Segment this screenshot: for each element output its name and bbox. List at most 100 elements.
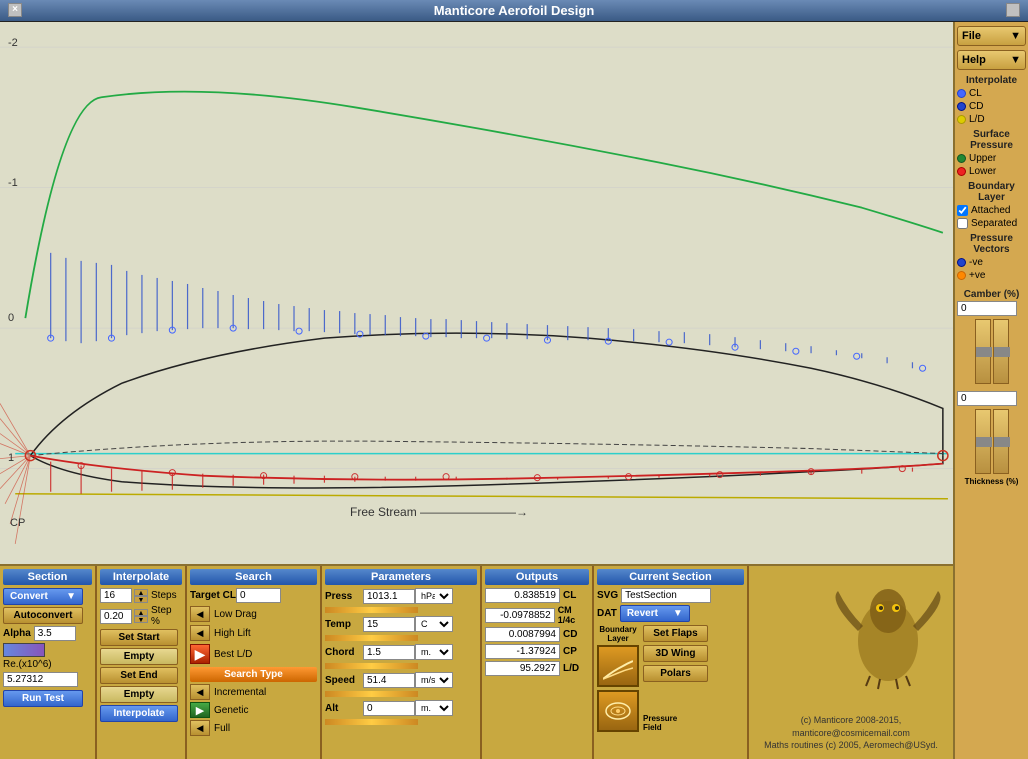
positive-legend-label: +ve [969,270,985,281]
camber-input[interactable]: 0 [957,301,1017,316]
copyright-text: (c) Manticore 2008-2015, [764,714,938,727]
step-pct-down-btn[interactable]: ▼ [134,616,148,623]
y-axis-label-0: 0 [8,312,14,324]
press-unit-select[interactable]: hPa [415,588,453,604]
steps-label: Steps [151,590,177,601]
y-axis-label-1: 1 [8,452,14,464]
alpha-label: Alpha [3,628,31,639]
incremental-arrow[interactable]: ◀ [190,684,210,700]
set-start-button[interactable]: Set Start [100,629,178,646]
step-pct-up-btn[interactable]: ▲ [134,609,148,616]
close-button[interactable]: × [8,3,22,17]
outputs-panel: Outputs 0.838519 CL -0.0978852 CM 1/4c 0… [482,566,594,759]
titlebar: × Manticore Aerofoil Design [0,0,1028,22]
help-button[interactable]: Help ▼ [957,50,1026,70]
lower-dot [957,167,966,176]
cd-output-label: CD [563,629,577,640]
speed-unit-select[interactable]: m/s [415,672,453,688]
thickness-slider[interactable] [975,409,991,474]
empty2-button[interactable]: Empty [100,686,178,703]
ld-legend-label: L/D [969,114,985,125]
section-header: Section [3,569,92,585]
chord-input[interactable]: 1.5 [363,645,415,660]
three-d-wing-button[interactable]: 3D Wing [643,645,708,662]
temp-input[interactable]: 15 [363,617,415,632]
aerofoil-plot [0,22,953,564]
empty1-button[interactable]: Empty [100,648,178,665]
high-lift-arrow[interactable]: ◀ [190,625,210,641]
press-label: Press [325,591,363,602]
best-ld-icon[interactable]: ▶ [190,644,210,664]
canvas-container: -2 -1 0 1 CP Free Stream ————————→ [0,22,953,759]
genetic-label: Genetic [214,705,248,716]
cl-dot [957,89,966,98]
pressure-vectors-title: Pressure Vectors [957,233,1026,255]
interpolate-button[interactable]: Interpolate [100,705,178,722]
cl-legend-label: CL [969,88,982,99]
search-panel: Search Target CL 0 ◀ Low Drag ◀ High Lif… [187,566,322,759]
low-drag-arrow[interactable]: ◀ [190,606,210,622]
negative-legend-label: -ve [969,257,983,268]
camber-slider2[interactable] [993,319,1009,384]
chord-slider[interactable] [325,663,418,669]
lower-legend-row: Lower [957,166,1026,177]
run-test-button[interactable]: Run Test [3,690,83,707]
target-cl-label: Target CL [190,590,236,601]
autoconvert-button[interactable]: Autoconvert [3,607,83,624]
alt-slider[interactable] [325,719,418,725]
polars-button[interactable]: Polars [643,665,708,682]
high-lift-label: High Lift [214,628,251,639]
maximize-button[interactable] [1006,3,1020,17]
attached-checkbox[interactable] [957,205,968,216]
alt-input[interactable]: 0 [363,701,415,716]
separated-checkbox[interactable] [957,218,968,229]
steps-up-btn[interactable]: ▲ [134,589,148,596]
camber-slider[interactable] [975,319,991,384]
thickness-input[interactable] [957,391,1017,406]
cm-output-label: CM 1/4c [558,605,589,625]
press-input[interactable]: 1013.1 [363,589,415,604]
chord-unit-select[interactable]: m. [415,644,453,660]
alpha-input[interactable]: 3.5 [34,626,76,641]
convert-dropdown-icon: ▼ [66,591,76,602]
genetic-icon[interactable]: ▶ [190,702,210,718]
full-arrow[interactable]: ◀ [190,720,210,736]
lower-legend-label: Lower [969,166,996,177]
negative-dot [957,258,966,267]
target-cl-input[interactable]: 0 [236,588,281,603]
ld-output-label: L/D [563,663,579,674]
section-panel: Section Convert ▼ Autoconvert Alpha 3.5 [0,566,97,759]
alt-unit-select[interactable]: m. [415,700,453,716]
step-pct-input[interactable]: 0.20 [100,609,132,624]
svg-input[interactable]: TestSection [621,588,711,603]
revert-button[interactable]: Revert ▼ [620,605,690,622]
convert-button[interactable]: Convert ▼ [3,588,83,605]
thickness-slider2[interactable] [993,409,1009,474]
dat-label: DAT [597,608,617,619]
press-slider[interactable] [325,607,418,613]
set-end-button[interactable]: Set End [100,667,178,684]
incremental-label: Incremental [214,687,266,698]
alpha-slider[interactable] [3,643,45,657]
temp-slider[interactable] [325,635,418,641]
speed-input[interactable]: 51.4 [363,673,415,688]
pressure-field-display [597,690,639,732]
re-input[interactable]: 5.27312 [3,672,78,687]
thickness-title: Thickness (%) [957,477,1026,486]
cd-dot [957,102,966,111]
interpolate-header: Interpolate [100,569,182,585]
temp-unit-select[interactable]: C [415,616,453,632]
cp-output-label: CP [563,646,577,657]
ld-legend-row: L/D [957,114,1026,125]
steps-down-btn[interactable]: ▼ [134,596,148,603]
set-flaps-button[interactable]: Set Flaps [643,625,708,642]
steps-input[interactable]: 16 [100,588,132,603]
cl-output: 0.838519 [485,588,560,603]
speed-slider[interactable] [325,691,418,697]
ld-dot [957,115,966,124]
current-section-panel: Current Section SVG TestSection DAT Reve… [594,566,749,759]
plot-area: -2 -1 0 1 CP Free Stream ————————→ [0,22,953,564]
file-button[interactable]: File ▼ [957,26,1026,46]
current-section-header: Current Section [597,569,744,585]
parameters-panel: Parameters Press 1013.1 hPa Temp 15 C [322,566,482,759]
